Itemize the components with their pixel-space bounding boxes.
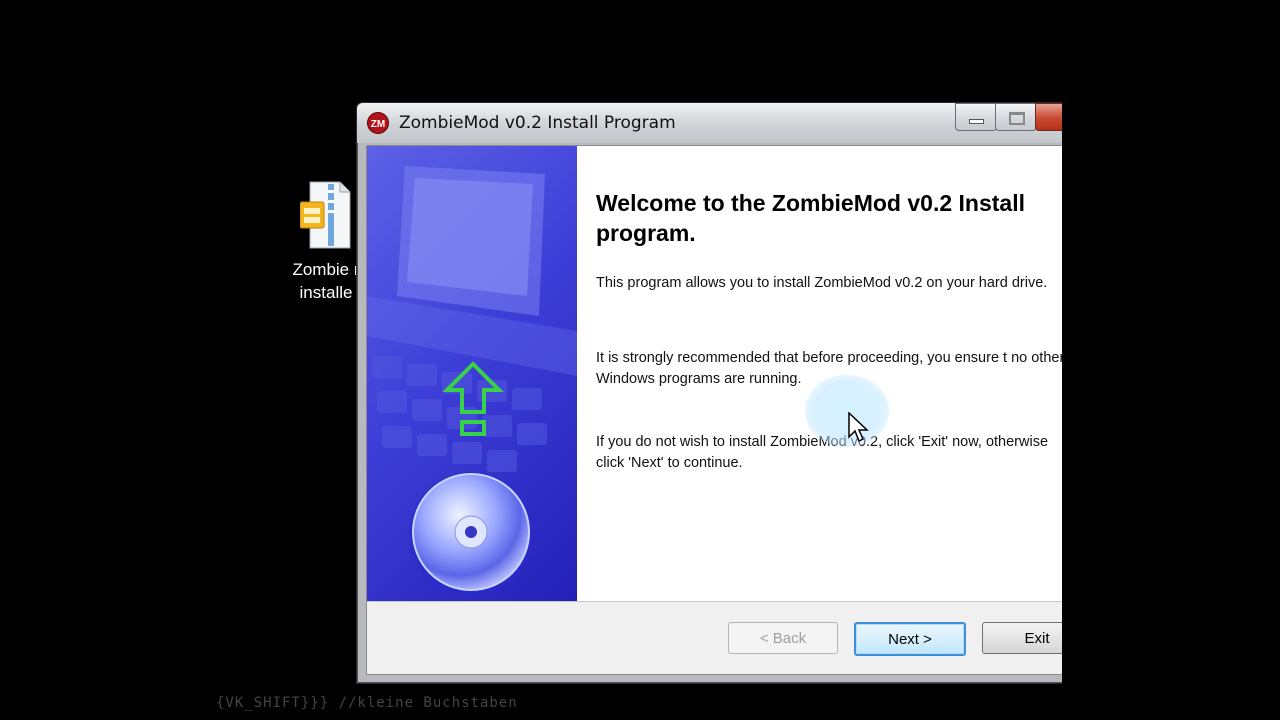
intro-paragraph: This program allows you to install Zombi… xyxy=(596,275,1048,291)
minimize-button[interactable] xyxy=(955,103,997,131)
overlay-caption: {VK_SHIFT}}} //kleine Buchstaben xyxy=(216,695,518,711)
welcome-heading: Welcome to the ZombieMod v0.2 Install pr… xyxy=(596,190,1025,246)
cd-disc-icon xyxy=(409,472,533,596)
window-title: ZombieMod v0.2 Install Program xyxy=(399,113,676,133)
wizard-side-banner xyxy=(367,146,577,601)
mouse-pointer-icon xyxy=(848,412,869,443)
zip-archive-icon xyxy=(300,181,351,249)
cursor-highlight xyxy=(805,375,889,447)
installer-window: ZM ZombieMod v0.2 Install Program Welcom… xyxy=(356,102,1098,684)
app-icon: ZM xyxy=(367,112,389,134)
wizard-content: Welcome to the ZombieMod v0.2 Install pr… xyxy=(577,146,1087,601)
title-bar[interactable]: ZM ZombieMod v0.2 Install Program xyxy=(357,103,1097,143)
banner-artwork xyxy=(367,166,577,596)
maximize-button[interactable] xyxy=(995,103,1037,131)
screen-crop-mask xyxy=(1062,0,1280,720)
next-button[interactable]: Next > xyxy=(854,622,966,656)
svg-text:ZM: ZM xyxy=(371,119,385,130)
wizard-client-area: Welcome to the ZombieMod v0.2 Install pr… xyxy=(366,145,1092,675)
button-divider xyxy=(367,601,1087,602)
back-button[interactable]: < Back xyxy=(728,622,838,654)
